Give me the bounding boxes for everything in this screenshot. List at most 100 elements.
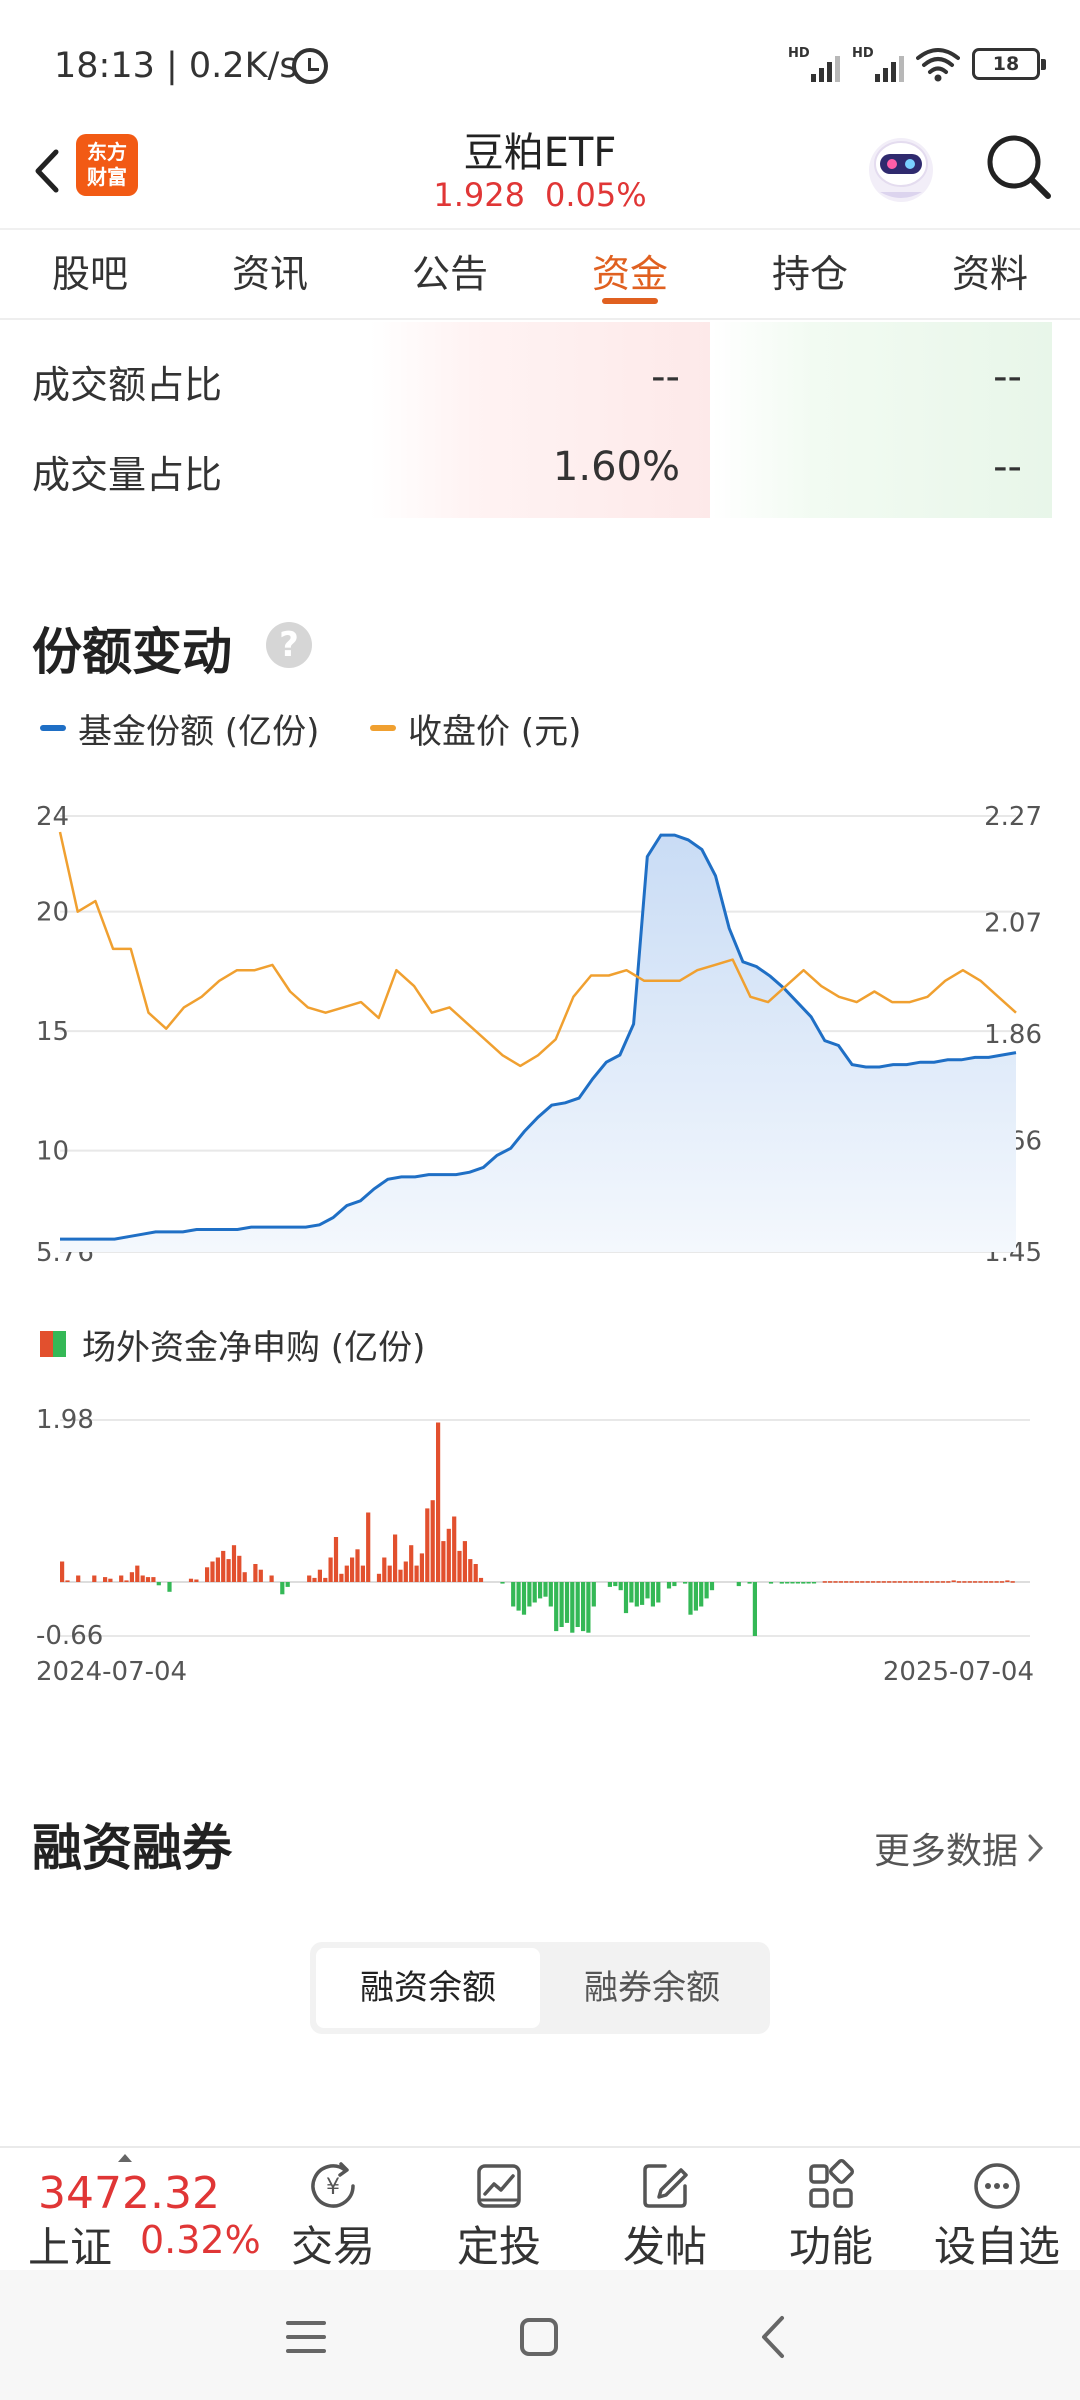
bar	[323, 1577, 328, 1582]
back-arrow-icon[interactable]	[22, 136, 72, 206]
nav-add-watchlist[interactable]: 设自选	[922, 2156, 1072, 2272]
bar	[500, 1582, 505, 1584]
bar	[221, 1550, 226, 1582]
bar	[989, 1581, 994, 1583]
price-change-pct: 0.05%	[544, 176, 647, 214]
margin-trading-title: 融资融券	[32, 1819, 232, 1877]
ratio-table: 成交额占比 -- -- 成交量占比 1.60% --	[0, 322, 1080, 518]
bar	[462, 1541, 467, 1582]
index-name: 上证	[28, 2223, 113, 2272]
bar	[752, 1582, 757, 1636]
more-data-link[interactable]: 更多数据	[874, 1822, 1046, 1874]
help-icon[interactable]: ?	[266, 622, 312, 668]
menu-icon[interactable]	[284, 2318, 328, 2356]
bar	[634, 1582, 639, 1607]
segment-short-balance[interactable]: 融券余额	[540, 1948, 764, 2028]
bar	[914, 1581, 919, 1583]
legend-share: 基金份额 (亿份)	[40, 706, 319, 752]
nav-label: 功能	[788, 2222, 873, 2271]
bar	[516, 1582, 521, 1611]
bar	[328, 1557, 333, 1582]
tab-profile[interactable]: 资料	[900, 230, 1080, 318]
y-tick-label: 1.98	[36, 1405, 94, 1435]
bar	[226, 1559, 231, 1582]
bar	[242, 1572, 247, 1582]
bar	[65, 1580, 70, 1582]
bar	[188, 1578, 194, 1582]
nav-invest-plan[interactable]: 定投	[424, 2156, 574, 2272]
nav-label: 发帖	[622, 2222, 707, 2271]
tab-guba[interactable]: 股吧	[0, 230, 180, 318]
bar	[564, 1582, 570, 1623]
system-back-icon[interactable]	[756, 2314, 790, 2360]
nav-trade[interactable]: ¥ 交易	[258, 2156, 408, 2272]
bar	[650, 1582, 655, 1607]
tab-funds[interactable]: 资金	[540, 230, 720, 318]
bar	[548, 1582, 553, 1607]
battery-icon: 18	[972, 48, 1046, 80]
index-value: 3472.32	[38, 2168, 220, 2219]
tab-news[interactable]: 资讯	[180, 230, 360, 318]
bar	[881, 1581, 886, 1583]
bar	[333, 1537, 339, 1582]
bar	[693, 1582, 698, 1611]
x-start-label: 2024-07-04	[36, 1657, 187, 1687]
nav-label: 定投	[456, 2222, 541, 2271]
bar	[607, 1582, 612, 1587]
bottom-bar: 3472.32 上证 0.32% ¥ 交易 定投 发帖 功能 设自选	[0, 2146, 1080, 2272]
functions-icon	[809, 2158, 855, 2208]
y-right-tick-label: 2.27	[984, 802, 1042, 832]
legend-swatch-orange	[370, 725, 396, 731]
home-icon[interactable]	[518, 2316, 560, 2358]
more-data-label: 更多数据	[873, 1831, 1018, 1872]
search-icon[interactable]	[980, 128, 1056, 204]
brand-logo: 东方 财富	[76, 134, 138, 196]
bar	[666, 1582, 672, 1589]
bar	[779, 1582, 784, 1584]
bar	[613, 1582, 618, 1587]
bar	[215, 1557, 220, 1582]
bar	[124, 1580, 129, 1582]
ratio-row-volume: 成交量占比 1.60% --	[0, 422, 1080, 512]
bar	[414, 1565, 419, 1582]
bar	[747, 1582, 752, 1584]
bar	[586, 1582, 591, 1633]
nav-functions[interactable]: 功能	[756, 2156, 906, 2272]
bar	[806, 1582, 811, 1584]
bar	[865, 1581, 870, 1583]
bar	[237, 1555, 242, 1582]
bar	[344, 1565, 349, 1582]
net-subscription-legend: 场外资金净申购 (亿份)	[40, 1322, 425, 1368]
tab-announcements[interactable]: 公告	[360, 230, 540, 318]
bar	[871, 1581, 876, 1583]
segment-financing-balance[interactable]: 融资余额	[316, 1948, 540, 2028]
index-change: 0.32%	[140, 2218, 261, 2262]
bar	[521, 1582, 527, 1615]
legend-price: 收盘价 (元)	[370, 706, 581, 752]
current-price: 1.928	[433, 176, 525, 214]
bar	[468, 1559, 473, 1582]
bar	[887, 1581, 892, 1583]
tab-holdings[interactable]: 持仓	[720, 230, 900, 318]
bar	[527, 1582, 532, 1607]
bar	[436, 1422, 441, 1582]
bar	[151, 1577, 156, 1582]
bar	[92, 1575, 97, 1582]
bar	[473, 1564, 478, 1582]
bar	[656, 1582, 661, 1603]
bar	[854, 1581, 860, 1583]
bar	[801, 1582, 806, 1584]
share-area-fill	[60, 835, 1016, 1252]
bar	[849, 1581, 854, 1583]
bar	[962, 1581, 967, 1583]
share-change-title: 份额变动	[32, 623, 232, 681]
bar	[1010, 1581, 1015, 1583]
legend-swatch-blue	[40, 725, 66, 731]
bar	[994, 1581, 999, 1583]
trade-icon: ¥	[311, 2162, 355, 2208]
x-end-label: 2025-07-04	[883, 1657, 1034, 1687]
bar	[231, 1545, 237, 1582]
nav-post[interactable]: 发帖	[590, 2156, 740, 2272]
robot-assistant-icon[interactable]	[862, 128, 940, 206]
y-right-tick-label: 1.86	[984, 1020, 1042, 1050]
